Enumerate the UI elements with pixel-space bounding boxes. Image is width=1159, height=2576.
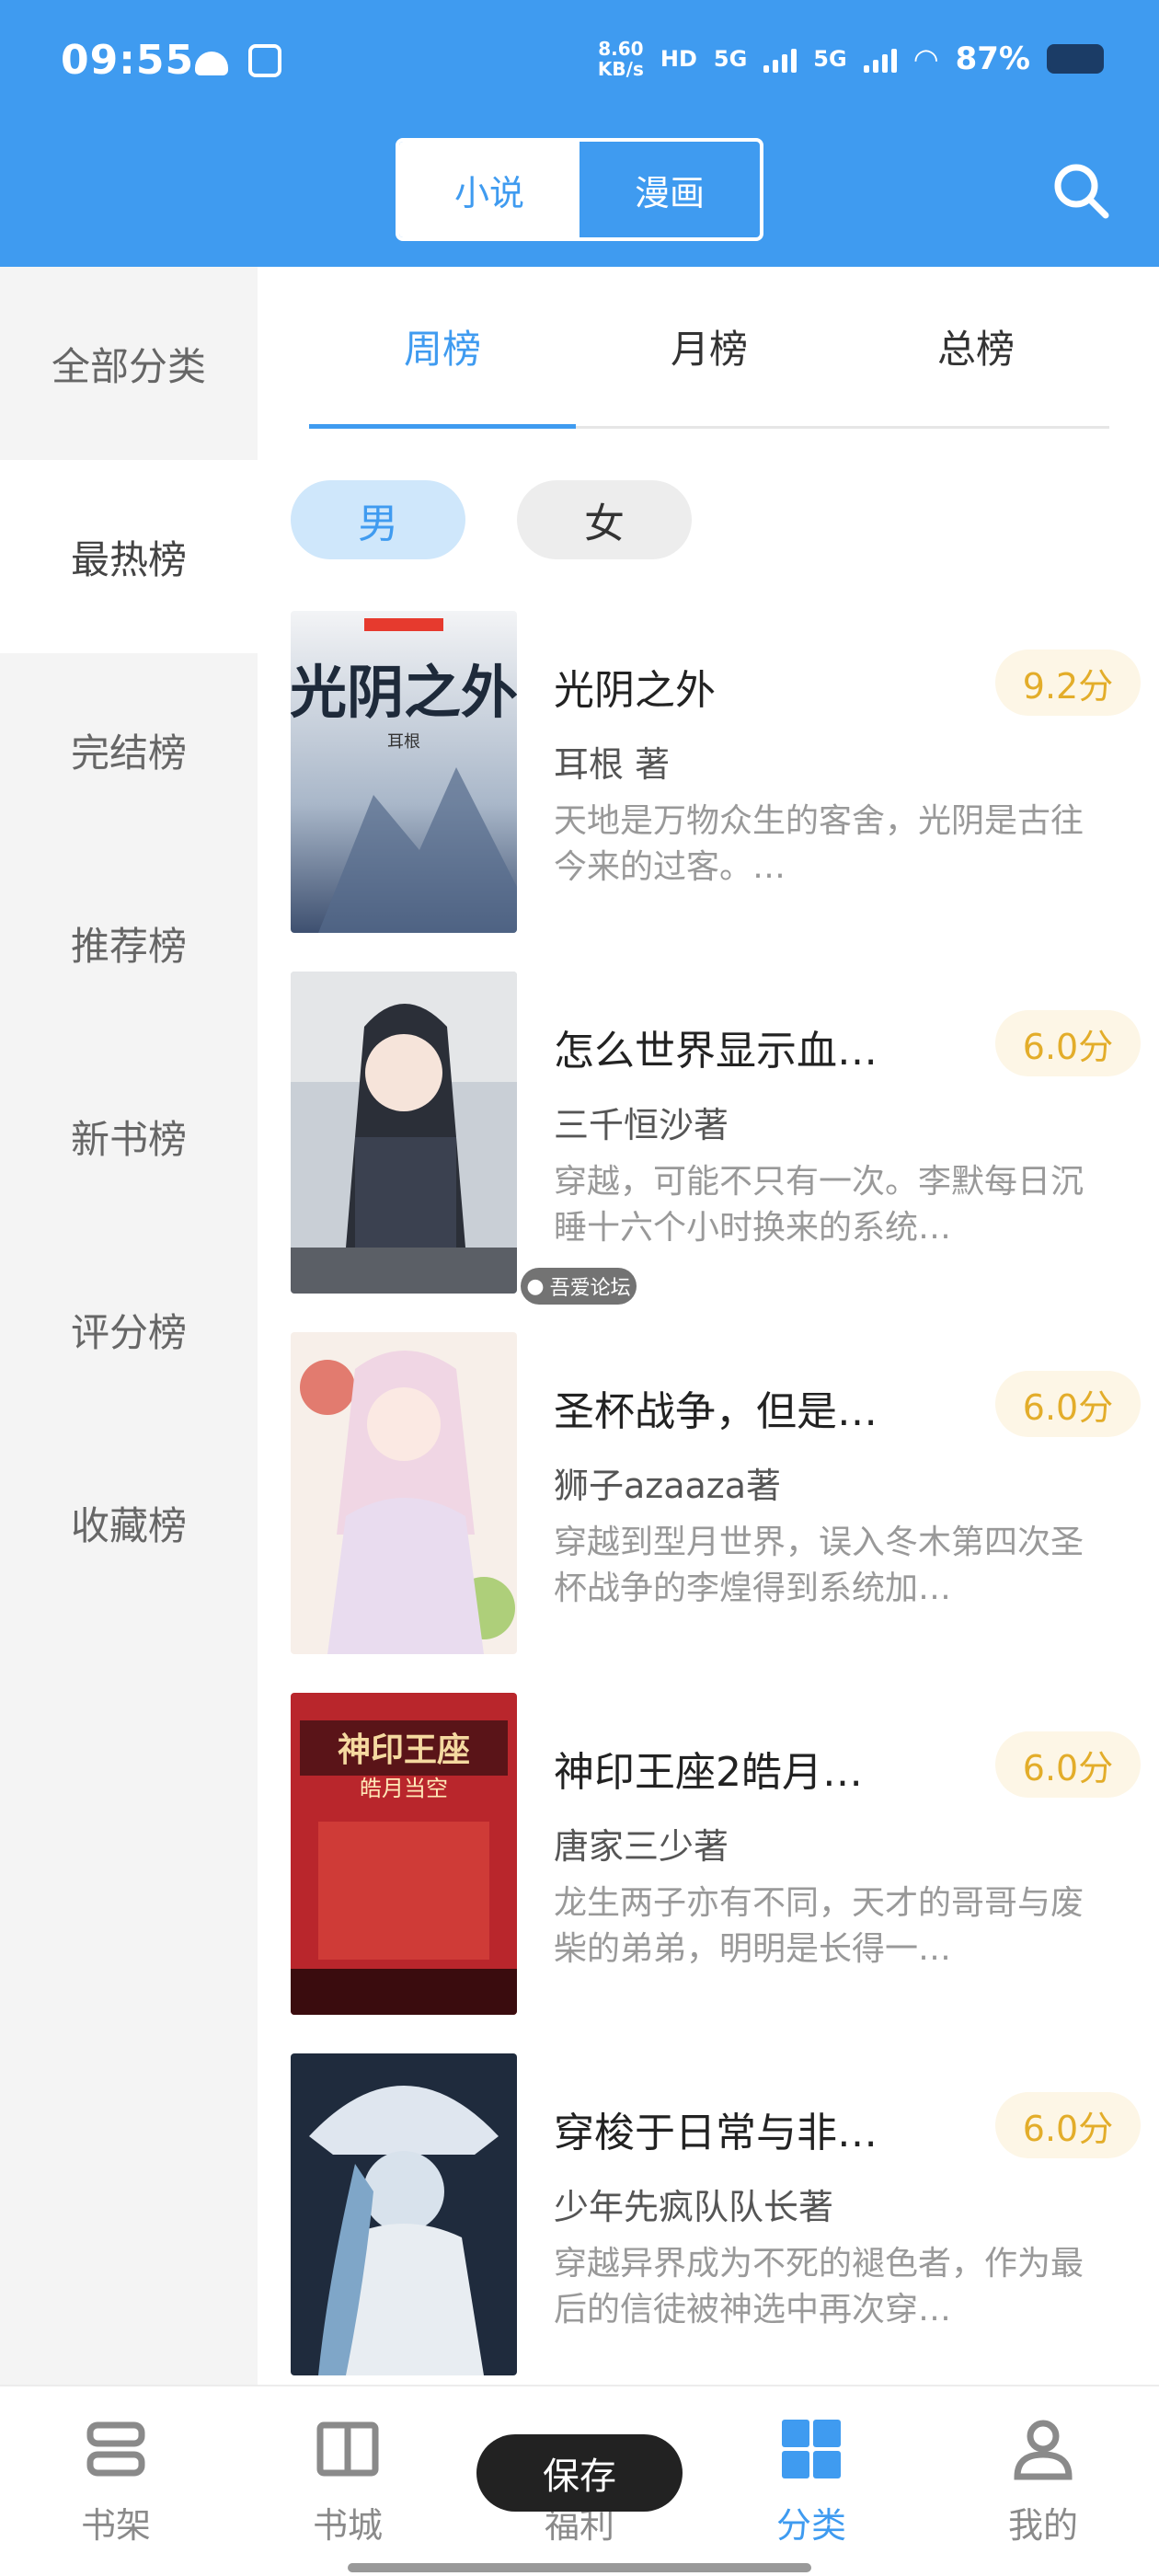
svg-text:神印王座: 神印王座 <box>338 1731 470 1769</box>
tab-monthly[interactable]: 月榜 <box>576 267 843 426</box>
sidebar-item-favorites[interactable]: 收藏榜 <box>0 1426 258 1619</box>
sidebar-item-completed[interactable]: 完结榜 <box>0 653 258 846</box>
content-type-switch: 小说 漫画 <box>396 138 763 241</box>
sidebar-item-rating[interactable]: 评分榜 <box>0 1233 258 1426</box>
sim1-label: 5G <box>713 46 748 72</box>
svg-text:耳根: 耳根 <box>387 732 420 752</box>
tab-all-time[interactable]: 总榜 <box>843 267 1109 426</box>
forum-watermark: ● 吾爱论坛 <box>521 1268 637 1305</box>
bookshelf-icon <box>86 2421 145 2477</box>
status-icons-left <box>195 44 281 77</box>
user-icon <box>1014 2420 1073 2480</box>
save-toast[interactable]: 保存 <box>476 2434 683 2512</box>
book-description: 穿越到型月世界，误入冬木第四次圣杯战争的李煌得到系统加… <box>554 1524 1084 1607</box>
hd-label: HD <box>660 46 697 72</box>
period-tabs: 周榜 月榜 总榜 <box>309 267 1109 429</box>
book-title: 光阴之外 <box>554 667 716 714</box>
net-speed: 8.60 KB/s <box>597 38 644 80</box>
android-icon <box>195 52 228 75</box>
sidebar-item-hottest[interactable]: 最热榜 <box>0 460 258 653</box>
status-time: 09:55 <box>61 37 195 84</box>
gender-male-button[interactable]: 男 <box>291 480 465 559</box>
nav-mine[interactable]: 我的 <box>927 2386 1159 2576</box>
segment-novel[interactable]: 小说 <box>399 142 580 237</box>
book-score-badge: 6.0分 <box>995 1731 1141 1798</box>
ranking-panel: 周榜 月榜 总榜 男 女 光阴之外 耳根 光阴之外 9.2分 耳根 著 天地是万… <box>258 267 1159 2385</box>
battery-icon <box>1047 44 1104 74</box>
book-score-badge: 6.0分 <box>995 2092 1141 2158</box>
book-item[interactable]: 光阴之外 耳根 光阴之外 9.2分 耳根 著 天地是万物众生的客舍，光阴是古往今… <box>291 611 1141 935</box>
book-item[interactable]: 圣杯战争，但是… 6.0分 狮子azaaza著 穿越到型月世界，误入冬木第四次圣… <box>291 1332 1141 1656</box>
gender-female-button[interactable]: 女 <box>517 480 692 559</box>
gender-filter: 男 女 <box>291 480 692 559</box>
book-score-badge: 9.2分 <box>995 650 1141 716</box>
book-author: 少年先疯队队长著 <box>554 2187 834 2227</box>
open-book-icon <box>316 2421 379 2477</box>
book-author: 耳根 著 <box>554 744 671 785</box>
book-item[interactable]: 神印王座 皓月当空 神印王座2皓月… 6.0分 唐家三少著 龙生两子亦有不同，天… <box>291 1693 1141 2017</box>
sidebar-item-all-categories[interactable]: 全部分类 <box>0 267 258 460</box>
search-icon[interactable] <box>1049 158 1113 223</box>
battery-percent: 87% <box>955 40 1030 77</box>
book-title: 神印王座2皓月… <box>554 1749 863 1796</box>
category-sidebar: 全部分类 最热榜 完结榜 推荐榜 新书榜 评分榜 收藏榜 <box>0 267 258 2385</box>
app-header: 09:55 8.60 KB/s HD 5G 5G ◠ 87% 小说 漫画 <box>0 0 1159 267</box>
book-title: 穿梭于日常与非… <box>554 2110 878 2156</box>
book-description: 龙生两子亦有不同，天才的哥哥与废柴的弟弟，明明是长得一… <box>554 1884 1084 1968</box>
book-score-badge: 6.0分 <box>995 1010 1141 1076</box>
book-title: 圣杯战争，但是… <box>554 1388 878 1435</box>
book-author: 三千恒沙著 <box>554 1105 729 1145</box>
book-cover: 光阴之外 耳根 <box>291 611 517 933</box>
book-author: 唐家三少著 <box>554 1826 729 1867</box>
signal-bars-2-icon <box>863 45 897 73</box>
book-description: 穿越异界成为不死的褪色者，作为最后的信徒被神选中再次穿… <box>554 2245 1084 2329</box>
book-item[interactable]: 穿梭于日常与非… 6.0分 少年先疯队队长著 穿越异界成为不死的褪色者，作为最后… <box>291 2053 1141 2377</box>
svg-text:光阴之外: 光阴之外 <box>291 659 517 726</box>
nav-category[interactable]: 分类 <box>695 2386 927 2576</box>
book-description: 天地是万物众生的客舍，光阴是古往今来的过客。… <box>554 802 1084 886</box>
sim2-label: 5G <box>813 46 847 72</box>
sidebar-item-recommended[interactable]: 推荐榜 <box>0 846 258 1040</box>
svg-text:皓月当空: 皓月当空 <box>360 1776 448 1801</box>
nav-bookshelf[interactable]: 书架 <box>0 2386 232 2576</box>
book-author: 狮子azaaza著 <box>554 1466 782 1506</box>
book-item[interactable]: 怎么世界显示血… 6.0分 三千恒沙著 穿越，可能不只有一次。李默每日沉睡十六个… <box>291 972 1141 1295</box>
app-notification-icon <box>248 44 281 77</box>
book-title: 怎么世界显示血… <box>554 1028 878 1075</box>
status-indicators: 8.60 KB/s HD 5G 5G ◠ 87% <box>598 39 1104 79</box>
book-score-badge: 6.0分 <box>995 1371 1141 1437</box>
segment-comic[interactable]: 漫画 <box>580 142 760 237</box>
book-description: 穿越，可能不只有一次。李默每日沉睡十六个小时换来的系统… <box>554 1163 1084 1247</box>
book-cover <box>291 2053 517 2375</box>
home-indicator[interactable] <box>348 2563 811 2572</box>
watermark-logo-icon: ● <box>526 1274 545 1298</box>
book-cover <box>291 1332 517 1654</box>
tab-weekly[interactable]: 周榜 <box>309 267 576 429</box>
grid-icon <box>782 2420 841 2478</box>
wifi-icon: ◠ <box>912 41 939 76</box>
sidebar-item-new-books[interactable]: 新书榜 <box>0 1040 258 1233</box>
nav-bookstore[interactable]: 书城 <box>232 2386 464 2576</box>
signal-bars-icon <box>763 45 798 73</box>
book-cover <box>291 972 517 1294</box>
book-cover: 神印王座 皓月当空 <box>291 1693 517 2015</box>
